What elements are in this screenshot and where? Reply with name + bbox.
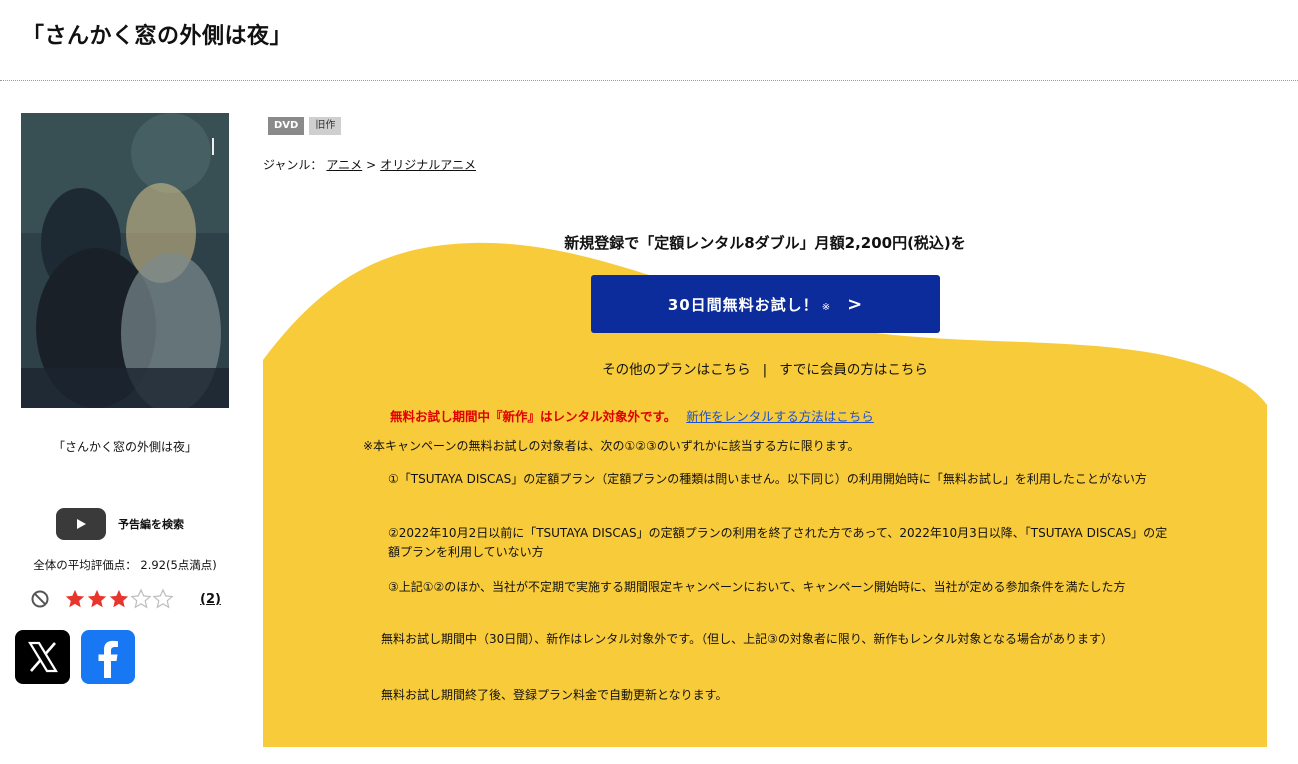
cover-caption: 「さんかく窓の外側は夜」 — [52, 440, 197, 454]
term-4: 無料お試し期間中（30日間）、新作はレンタル対象外です。（但し、上記③の対象者に… — [381, 632, 1113, 646]
chevron-right-icon: > — [847, 293, 864, 315]
link-separator: | — [762, 362, 768, 378]
trailer-search[interactable]: 予告編を検索 — [56, 508, 184, 540]
star-filled-icon[interactable] — [64, 588, 86, 610]
title-divider — [0, 80, 1298, 81]
member-login-link[interactable]: すでに会員の方はこちら — [779, 362, 928, 378]
term-1: ①「TSUTAYA DISCAS」の定額プラン（定額プランの種類は問いません。以… — [388, 472, 1147, 486]
x-logo-icon[interactable] — [15, 630, 70, 684]
term-5: 無料お試し期間終了後、登録プラン料金で自動更新となります。 — [381, 688, 728, 702]
cover-artwork — [21, 113, 229, 408]
social-share — [15, 630, 135, 684]
other-plans-link[interactable]: その他のプランはこちら — [602, 362, 751, 378]
new-release-howto-link[interactable]: 新作をレンタルする方法はこちら — [686, 406, 874, 425]
average-rating: 全体の平均評価点： 2.92(5点満点) — [33, 558, 217, 572]
genre-link-original[interactable]: オリジナルアニメ — [380, 156, 476, 173]
age-tag: 旧作 — [309, 117, 342, 135]
term-2: ②2022年10月2日以前に「TSUTAYA DISCAS」の定額プランの利用を… — [388, 526, 1168, 560]
free-trial-label: 30日間無料お試し！ — [667, 295, 819, 314]
new-release-warning: 無料お試し期間中『新作』はレンタル対象外です。 — [390, 409, 677, 424]
plan-links: その他のプランはこちら | すでに会員の方はこちら — [263, 358, 1267, 378]
terms-intro: ※本キャンペーンの無料お試しの対象者は、次の①②③のいずれかに該当する方に限りま… — [363, 439, 860, 453]
trailer-label[interactable]: 予告編を検索 — [118, 516, 184, 532]
star-empty-icon[interactable] — [130, 588, 152, 610]
tag-list: DVD 旧作 — [268, 117, 342, 135]
star-empty-icon[interactable] — [152, 588, 174, 610]
cover-image[interactable] — [21, 113, 229, 408]
page-title: 「さんかく窓の外側は夜」 — [22, 24, 293, 49]
genre-separator: > — [366, 157, 377, 172]
no-entry-icon[interactable] — [30, 589, 50, 609]
format-tag: DVD — [268, 117, 305, 135]
star-filled-icon[interactable] — [108, 588, 130, 610]
genre-breadcrumb: ジャンル： アニメ > オリジナルアニメ — [263, 156, 476, 173]
free-trial-note-mark: ※ — [821, 301, 832, 313]
free-trial-button[interactable]: 30日間無料お試し！ ※ > — [591, 275, 940, 333]
genre-link-anime[interactable]: アニメ — [326, 156, 362, 173]
new-release-notice: 無料お試し期間中『新作』はレンタル対象外です。 新作をレンタルする方法はこちら — [390, 406, 874, 425]
rating-row: (2) — [30, 588, 221, 610]
promo-headline: 新規登録で「定額レンタル8ダブル」月額2,200円(税込)を — [564, 234, 966, 252]
play-icon[interactable] — [56, 508, 106, 540]
star-filled-icon[interactable] — [86, 588, 108, 610]
facebook-logo-icon[interactable] — [81, 630, 135, 684]
term-3: ③上記①②のほか、当社が不定期で実施する期間限定キャンペーンにおいて、キャンペー… — [388, 580, 1126, 594]
review-count-link[interactable]: (2) — [200, 592, 221, 607]
rating-stars[interactable] — [64, 588, 174, 610]
genre-label: ジャンル： — [263, 158, 323, 172]
